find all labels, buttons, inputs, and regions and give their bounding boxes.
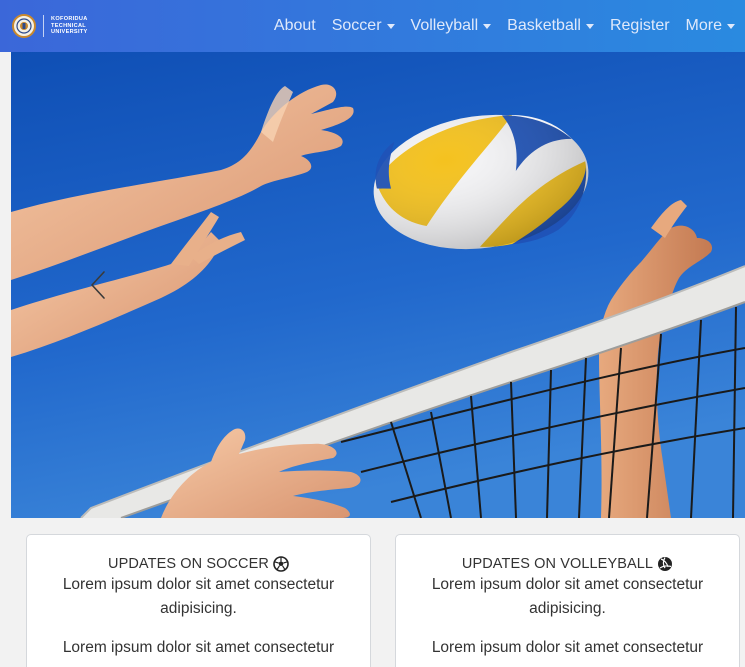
volleyball-icon xyxy=(658,557,673,571)
card-body-text: Lorem ipsum dolor sit amet consectetur a… xyxy=(431,576,704,617)
nav-links: About Soccer Volleyball Basketball Regis… xyxy=(266,17,739,35)
caret-down-icon xyxy=(386,23,395,29)
soccer-updates-card: UPDATES ON SOCCER Lorem ipsum dolor sit … xyxy=(26,534,371,667)
caret-down-icon xyxy=(483,23,492,29)
brand-line: KOFORIDUA xyxy=(51,16,88,23)
nav-register[interactable]: Register xyxy=(602,17,678,35)
nav-label: Soccer xyxy=(331,17,382,34)
card-body-text: Lorem ipsum dolor sit amet consectetur a… xyxy=(62,576,335,617)
nav-basketball-dropdown[interactable]: Basketball xyxy=(499,17,602,35)
chevron-left-icon xyxy=(91,271,105,299)
volleyball-updates-card: UPDATES ON VOLLEYBALL Lorem ipsum dolor … xyxy=(395,534,740,667)
soccer-ball-icon xyxy=(273,556,289,572)
caret-down-icon xyxy=(727,23,735,29)
nav-label: About xyxy=(273,17,316,34)
nav-soccer-dropdown[interactable]: Soccer xyxy=(324,17,403,35)
brand-name: KOFORIDUA TECHNICAL UNIVERSITY xyxy=(51,16,88,36)
card-title: UPDATES ON SOCCER xyxy=(27,556,370,572)
university-seal-icon xyxy=(12,14,36,38)
top-navbar: KOFORIDUA TECHNICAL UNIVERSITY About Soc… xyxy=(0,0,745,52)
nav-label: Volleyball xyxy=(410,17,479,34)
card-body-text: Lorem ipsum dolor sit amet consectetur xyxy=(431,639,704,656)
card-title-text: UPDATES ON VOLLEYBALL xyxy=(461,556,654,572)
brand-logo[interactable]: KOFORIDUA TECHNICAL UNIVERSITY xyxy=(12,14,88,38)
carousel-prev-button[interactable] xyxy=(83,268,113,302)
brand-divider xyxy=(43,15,44,37)
caret-down-icon xyxy=(585,23,594,29)
nav-label: Register xyxy=(609,17,670,34)
card-title: UPDATES ON VOLLEYBALL xyxy=(396,556,739,572)
nav-label: More xyxy=(685,17,722,34)
volleyball-at-net-photo xyxy=(11,52,745,518)
nav-more-dropdown[interactable]: More xyxy=(678,17,739,35)
card-body-text: Lorem ipsum dolor sit amet consectetur xyxy=(62,639,335,656)
brand-line: UNIVERSITY xyxy=(51,29,88,36)
nav-volleyball-dropdown[interactable]: Volleyball xyxy=(403,17,500,35)
card-title-text: UPDATES ON SOCCER xyxy=(108,556,269,572)
hero-carousel xyxy=(11,52,745,518)
nav-about[interactable]: About xyxy=(266,17,324,35)
nav-label: Basketball xyxy=(507,17,581,34)
